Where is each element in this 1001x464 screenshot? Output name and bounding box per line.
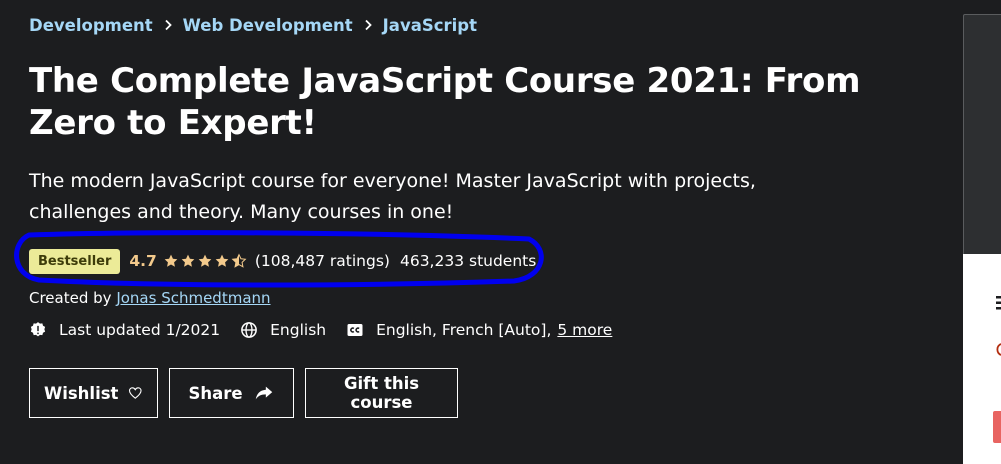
menu-icon [996, 296, 1001, 310]
gift-label: Gift this course [343, 374, 420, 412]
created-by-label: Created by [29, 289, 112, 307]
course-captions: English, French [Auto], 5 more [346, 321, 612, 339]
share-arrow-icon [255, 386, 272, 400]
course-actions: Wishlist Share Gift this course [29, 368, 469, 418]
captions-more-link[interactable]: 5 more [557, 321, 612, 339]
blue-highlight-annotation [14, 230, 544, 288]
alert-badge-icon [30, 322, 46, 337]
breadcrumb-item-web-development[interactable]: Web Development [183, 16, 353, 35]
last-updated: Last updated 1/2021 [29, 321, 220, 339]
chevron-right-icon [153, 17, 183, 35]
language-text: English [270, 321, 327, 339]
closed-captions-icon [347, 324, 363, 336]
share-button[interactable]: Share [169, 368, 294, 418]
course-meta: Last updated 1/2021 English English, Fre… [29, 321, 632, 339]
wishlist-label: Wishlist [44, 383, 119, 403]
add-to-cart-button[interactable] [993, 411, 1001, 443]
captions-text: English, French [Auto], [376, 321, 552, 339]
course-subtitle: The modern JavaScript course for everyon… [29, 170, 756, 223]
breadcrumb-item-javascript[interactable]: JavaScript [383, 16, 477, 35]
instructor-link[interactable]: Jonas Schmedtmann [116, 289, 270, 307]
last-updated-text: Last updated 1/2021 [59, 321, 221, 339]
breadcrumb-item-development[interactable]: Development [29, 16, 153, 35]
breadcrumb: Development Web Development JavaScript [29, 16, 477, 35]
gift-course-button[interactable]: Gift this course [305, 368, 458, 418]
alarm-clock-icon [996, 343, 1001, 356]
globe-icon [241, 322, 257, 338]
course-title: The Complete JavaScript Course 2021: Fro… [29, 61, 861, 143]
chevron-right-icon [353, 17, 383, 35]
course-language: English [240, 321, 326, 339]
course-header: Development Web Development JavaScript T… [29, 0, 949, 454]
share-label: Share [188, 383, 243, 403]
created-by: Created by Jonas Schmedtmann [29, 289, 271, 307]
heart-icon [129, 387, 143, 399]
course-preview-card[interactable] [963, 14, 1001, 256]
wishlist-button[interactable]: Wishlist [29, 368, 158, 418]
